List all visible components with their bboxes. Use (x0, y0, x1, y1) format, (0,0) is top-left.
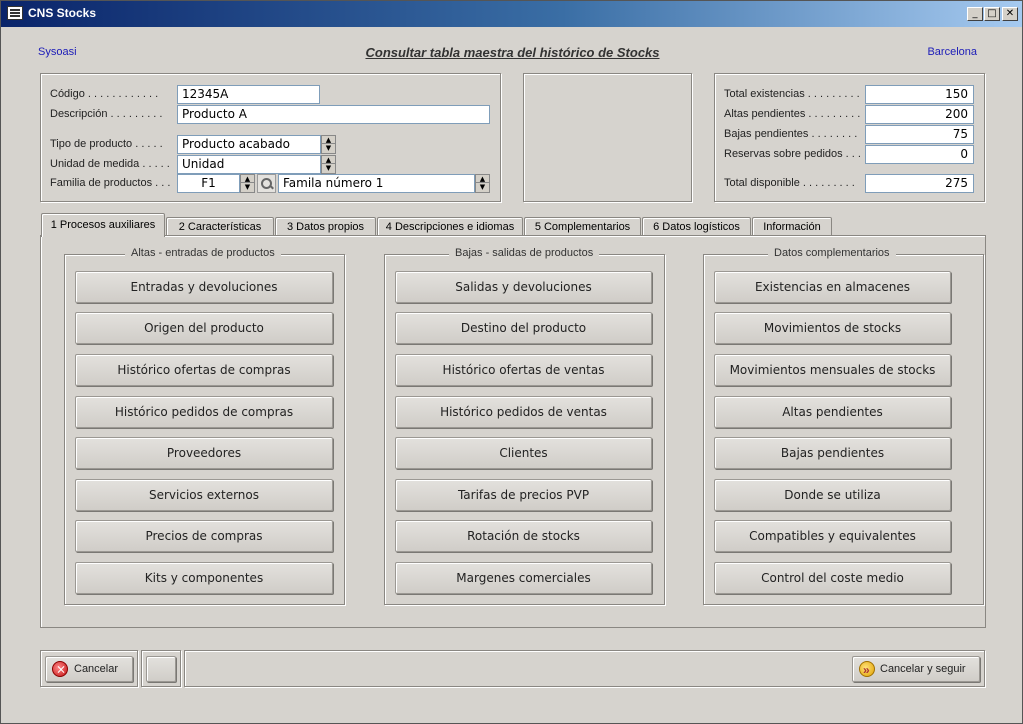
movimientos-mensuales-button[interactable]: Movimientos mensuales de stocks (714, 354, 951, 386)
control-coste-medio-button[interactable]: Control del coste medio (714, 562, 951, 594)
unidad-field[interactable]: Unidad (177, 155, 321, 174)
tab-informacion[interactable]: Información (752, 217, 832, 236)
blank-button[interactable] (146, 656, 176, 682)
search-icon[interactable] (257, 174, 276, 193)
maximize-button[interactable]: □ (984, 7, 1000, 21)
tipo-spinner[interactable]: ▲ ▼ (321, 135, 336, 154)
spin-up-icon[interactable]: ▲ (322, 156, 335, 164)
familia-name-spinner[interactable]: ▲ ▼ (475, 174, 490, 193)
reservas-label: Reservas sobre pedidos . . . (724, 148, 861, 160)
altas-group (64, 254, 345, 605)
kits-componentes-button[interactable]: Kits y componentes (75, 562, 333, 594)
close-button[interactable]: ✕ (1002, 7, 1018, 21)
tab-datos-logisticos[interactable]: 6 Datos logísticos (642, 217, 751, 236)
tab-datos-propios[interactable]: 3 Datos propios (275, 217, 376, 236)
familia-label: Familia de productos . . . (50, 177, 171, 189)
existencias-field[interactable]: 150 (865, 85, 974, 104)
destino-producto-button[interactable]: Destino del producto (395, 312, 652, 344)
disponible-label: Total disponible . . . . . . . . . (724, 177, 855, 189)
historico-ofertas-compras-button[interactable]: Histórico ofertas de compras (75, 354, 333, 386)
margenes-comerciales-button[interactable]: Margenes comerciales (395, 562, 652, 594)
entradas-devoluciones-button[interactable]: Entradas y devoluciones (75, 271, 333, 303)
unidad-spinner[interactable]: ▲ ▼ (321, 155, 336, 174)
title-bar[interactable]: CNS Stocks _ □ ✕ (1, 1, 1022, 27)
bajas-group (384, 254, 665, 605)
familia-code-spinner[interactable]: ▲ ▼ (240, 174, 255, 193)
existencias-label: Total existencias . . . . . . . . . (724, 88, 860, 100)
complementarios-group-title: Datos complementarios (768, 247, 896, 259)
tab-procesos-auxiliares[interactable]: 1 Procesos auxiliares (41, 213, 165, 237)
bajas-field[interactable]: 75 (865, 125, 974, 144)
familia-code-field[interactable]: F1 (177, 174, 240, 193)
cancel-button-label: Cancelar (74, 663, 119, 675)
spin-down-icon[interactable]: ▼ (241, 183, 254, 191)
bajas-pendientes-button[interactable]: Bajas pendientes (714, 437, 951, 469)
rotacion-stocks-button[interactable]: Rotación de stocks (395, 520, 652, 552)
cancel-icon (52, 657, 68, 681)
spin-down-icon[interactable]: ▼ (322, 164, 335, 172)
spin-up-icon[interactable]: ▲ (322, 136, 335, 144)
donde-se-utiliza-button[interactable]: Donde se utiliza (714, 479, 951, 511)
spin-up-icon[interactable]: ▲ (241, 175, 254, 183)
cancel-and-continue-label: Cancelar y seguir (880, 663, 966, 675)
image-panel (523, 73, 692, 202)
reservas-field[interactable]: 0 (865, 145, 974, 164)
cancel-and-continue-button[interactable]: Cancelar y seguir (852, 656, 980, 682)
compatibles-equivalentes-button[interactable]: Compatibles y equivalentes (714, 520, 951, 552)
tab-descripciones-idiomas[interactable]: 4 Descripciones e idiomas (377, 217, 523, 236)
location-name: Barcelona (927, 46, 977, 58)
disponible-field[interactable]: 275 (865, 174, 974, 193)
descripcion-label: Descripción . . . . . . . . . (50, 108, 163, 120)
historico-pedidos-compras-button[interactable]: Histórico pedidos de compras (75, 396, 333, 428)
app-icon (7, 6, 23, 20)
tipo-field[interactable]: Producto acabado (177, 135, 321, 154)
spin-down-icon[interactable]: ▼ (322, 144, 335, 152)
unidad-label: Unidad de medida . . . . . (50, 158, 170, 170)
clientes-button[interactable]: Clientes (395, 437, 652, 469)
proveedores-button[interactable]: Proveedores (75, 437, 333, 469)
descripcion-field[interactable]: Producto A (177, 105, 490, 124)
spin-down-icon[interactable]: ▼ (476, 183, 489, 191)
familia-name-field[interactable]: Famila número 1 (278, 174, 475, 193)
origen-producto-button[interactable]: Origen del producto (75, 312, 333, 344)
tarifas-precios-pvp-button[interactable]: Tarifas de precios PVP (395, 479, 652, 511)
historico-ofertas-ventas-button[interactable]: Histórico ofertas de ventas (395, 354, 652, 386)
altas-pendientes-button[interactable]: Altas pendientes (714, 396, 951, 428)
continue-icon (859, 658, 875, 682)
servicios-externos-button[interactable]: Servicios externos (75, 479, 333, 511)
tab-complementarios[interactable]: 5 Complementarios (524, 217, 641, 236)
bajas-label: Bajas pendientes . . . . . . . . (724, 128, 858, 140)
existencias-almacenes-button[interactable]: Existencias en almacenes (714, 271, 951, 303)
tab-caracteristicas[interactable]: 2 Características (166, 217, 274, 236)
tipo-label: Tipo de producto . . . . . (50, 138, 163, 150)
window-title: CNS Stocks (28, 6, 97, 20)
complementarios-group (703, 254, 984, 605)
precios-compras-button[interactable]: Precios de compras (75, 520, 333, 552)
historico-pedidos-ventas-button[interactable]: Histórico pedidos de ventas (395, 396, 652, 428)
movimientos-stocks-button[interactable]: Movimientos de stocks (714, 312, 951, 344)
codigo-field[interactable]: 12345A (177, 85, 320, 104)
bajas-group-title: Bajas - salidas de productos (449, 247, 600, 259)
app-window: CNS Stocks _ □ ✕ Sysoasi Consultar tabla… (0, 0, 1023, 724)
cancel-button[interactable]: Cancelar (45, 656, 133, 682)
salidas-devoluciones-button[interactable]: Salidas y devoluciones (395, 271, 652, 303)
spin-up-icon[interactable]: ▲ (476, 175, 489, 183)
page-title: Consultar tabla maestra del histórico de… (365, 45, 660, 60)
altas-field[interactable]: 200 (865, 105, 974, 124)
altas-label: Altas pendientes . . . . . . . . . (724, 108, 861, 120)
minimize-button[interactable]: _ (967, 7, 983, 21)
codigo-label: Código . . . . . . . . . . . . (50, 88, 159, 100)
altas-group-title: Altas - entradas de productos (125, 247, 281, 259)
